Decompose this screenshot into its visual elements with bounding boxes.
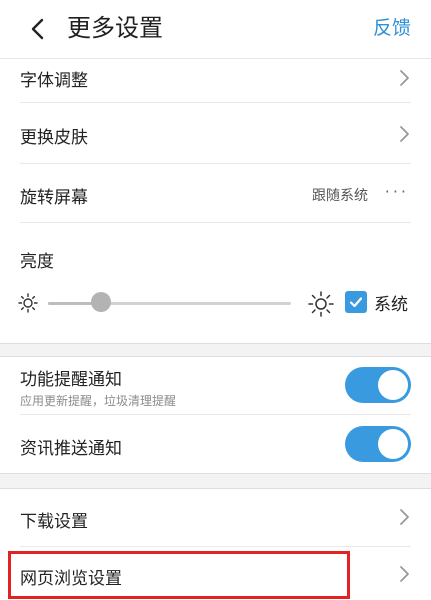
brightness-label-row: 亮度 [0,223,431,281]
section-gap [0,343,431,357]
system-brightness-label: 系统 [374,295,408,315]
feedback-link[interactable]: 反馈 [373,14,411,42]
more-options-icon[interactable]: ··· [385,182,409,201]
rotate-screen-label: 旋转屏幕 [20,188,88,208]
brightness-slider-thumb[interactable] [91,292,112,312]
toggle-knob [378,429,408,459]
font-adjust-row[interactable]: 字体调整 [0,58,431,100]
change-skin-row[interactable]: 更换皮肤 [0,103,431,163]
system-brightness-checkbox[interactable] [345,291,367,313]
chevron-right-icon [400,126,409,142]
brightness-slider[interactable] [48,302,291,305]
download-settings-label: 下载设置 [20,512,88,532]
top-bar: 更多设置 反馈 [0,0,431,59]
rotate-screen-row[interactable]: 旋转屏幕 跟随系统 ··· [0,164,431,222]
font-adjust-label: 字体调整 [20,71,88,91]
back-button[interactable] [22,14,52,44]
checkmark-icon [349,297,363,308]
chevron-left-icon [31,18,44,40]
news-push-row: 资讯推送通知 [0,415,431,473]
page-title: 更多设置 [67,14,163,42]
toggle-knob [378,370,408,400]
chevron-right-icon [400,509,409,525]
feature-notify-toggle[interactable] [345,367,411,403]
download-settings-row[interactable]: 下载设置 [0,488,431,546]
brightness-low-icon [18,293,38,313]
feature-notify-row: 功能提醒通知 应用更新提醒，垃圾清理提醒 [0,356,431,414]
news-push-toggle[interactable] [345,426,411,462]
chevron-right-icon [400,70,409,86]
feature-notify-label: 功能提醒通知 [20,370,122,390]
news-push-label: 资讯推送通知 [20,439,122,459]
change-skin-label: 更换皮肤 [20,128,88,148]
brightness-label: 亮度 [20,252,54,272]
highlight-box [8,551,350,599]
section-gap [0,473,431,489]
feature-notify-description: 应用更新提醒，垃圾清理提醒 [20,394,177,408]
rotate-screen-value: 跟随系统 [312,188,368,204]
chevron-right-icon [400,566,409,582]
brightness-high-icon [308,291,334,317]
